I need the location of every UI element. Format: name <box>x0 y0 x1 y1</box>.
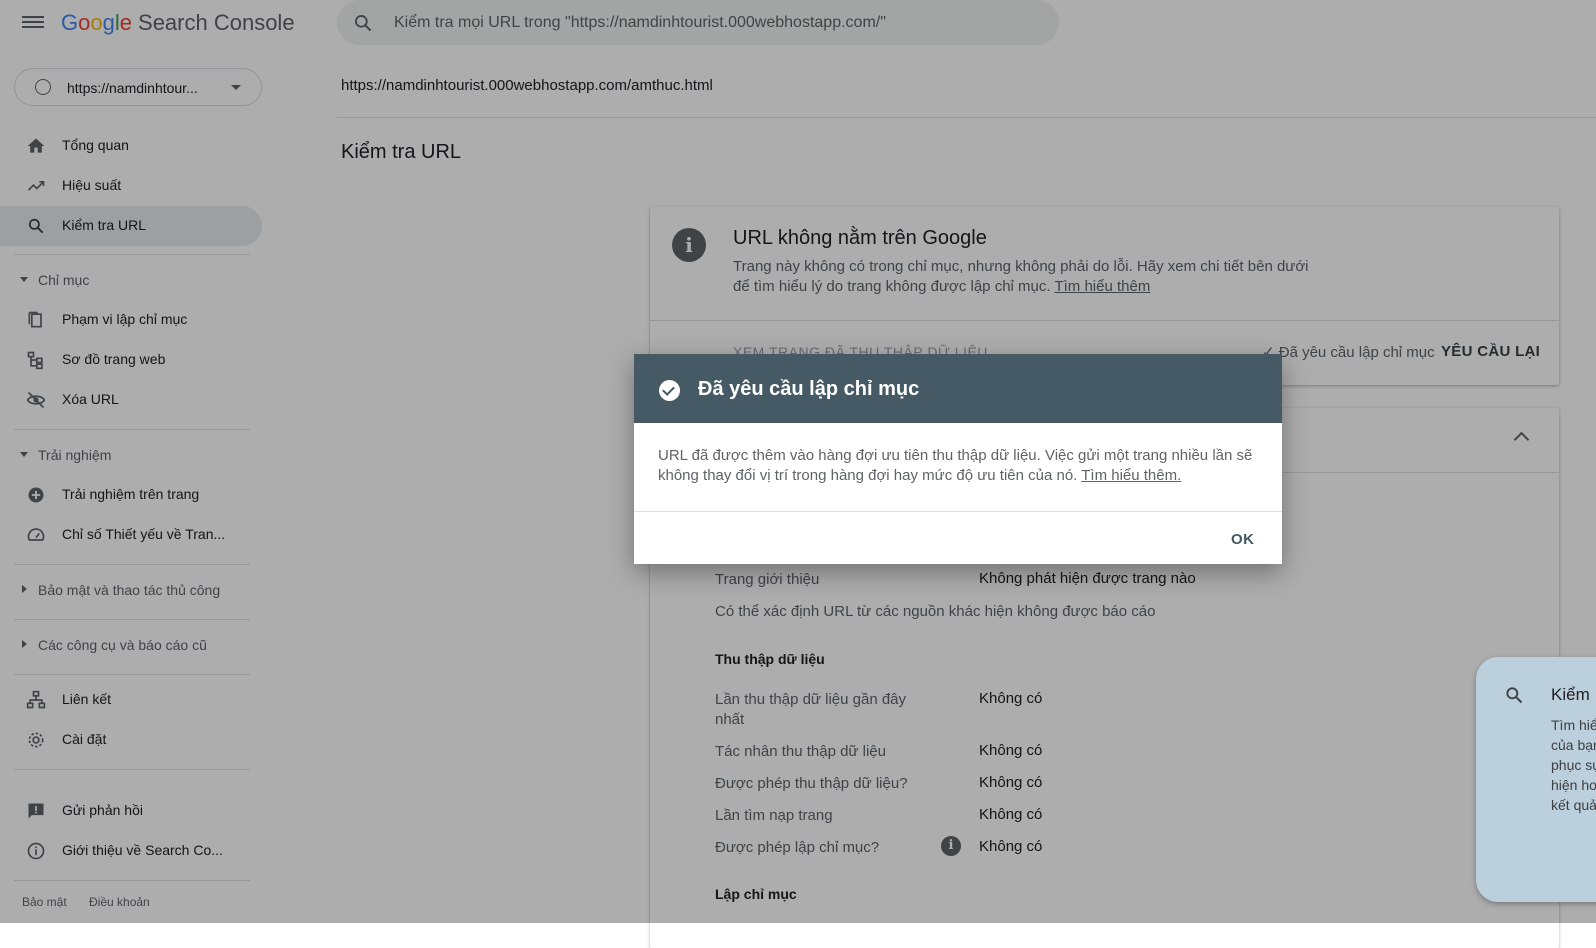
inspect-tip-panel[interactable]: Kiểm Tìm hiể của bạn phục sự hiện hơ kết… <box>1476 657 1596 902</box>
ok-button[interactable]: OK <box>1231 531 1255 548</box>
search-icon <box>1506 687 1523 704</box>
dialog-message: URL đã được thêm vào hàng đợi ưu tiên th… <box>658 446 1258 486</box>
panel-body: Tìm hiể của bạn phục sự hiện hơ kết quả <box>1551 717 1596 813</box>
panel-title: Kiểm <box>1551 685 1590 704</box>
check-circle-icon <box>659 380 680 401</box>
divider <box>634 511 1282 512</box>
indexing-requested-dialog: Đã yêu cầu lập chỉ mục URL đã được thêm … <box>634 354 1282 564</box>
dialog-header: Đã yêu cầu lập chỉ mục <box>634 354 1282 423</box>
dialog-title: Đã yêu cầu lập chỉ mục <box>698 378 920 400</box>
learn-more-link[interactable]: Tìm hiểu thêm. <box>1081 467 1181 484</box>
